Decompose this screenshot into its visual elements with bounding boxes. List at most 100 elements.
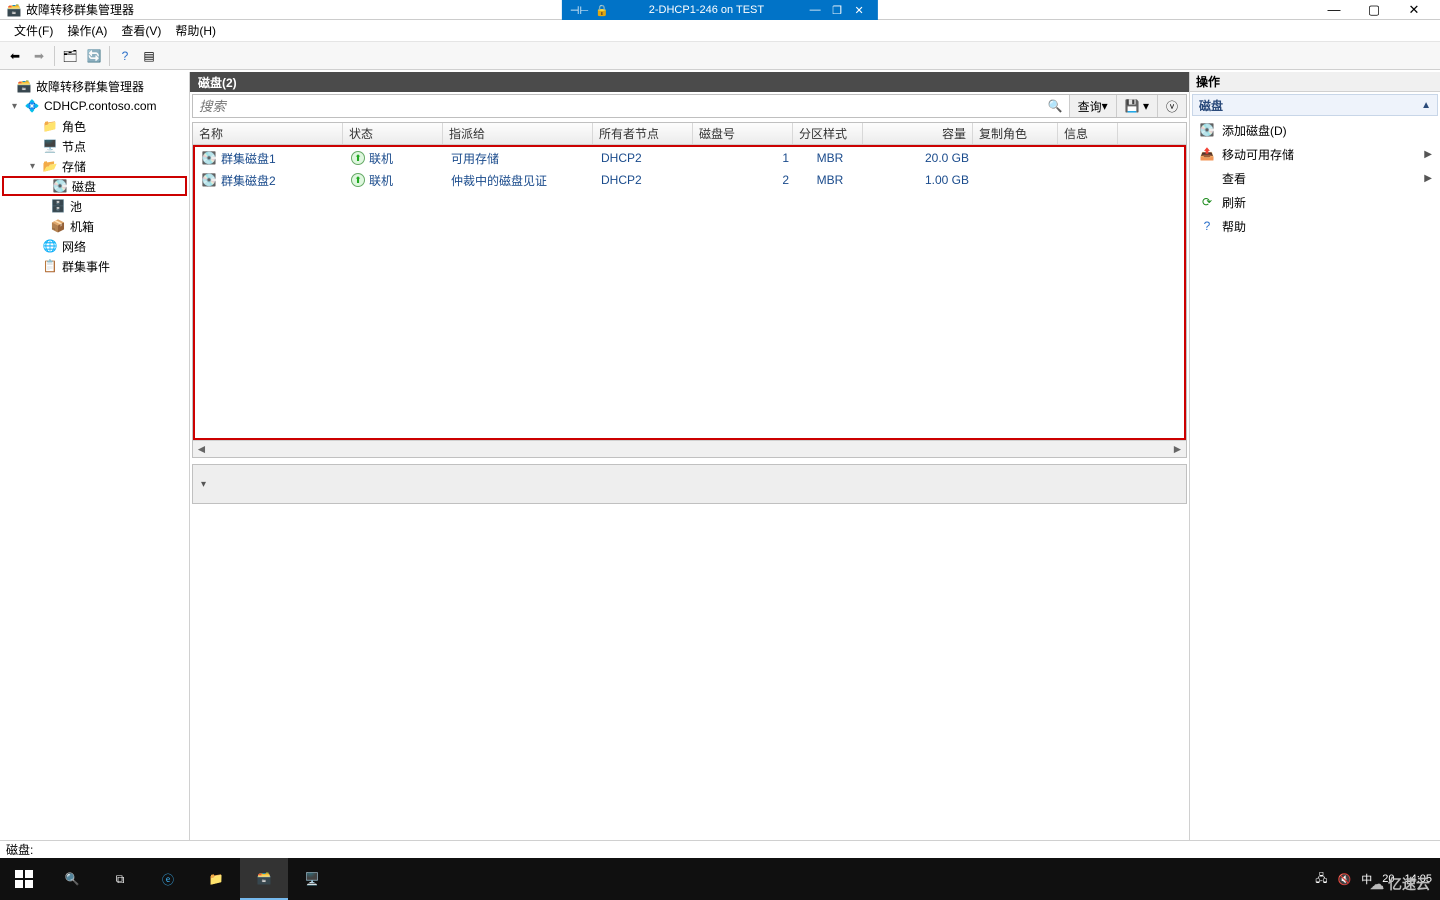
col-info[interactable]: 信息 <box>1058 123 1118 144</box>
forward-button[interactable]: ➡ <box>28 45 50 67</box>
view-icon <box>1198 169 1216 187</box>
search-input[interactable] <box>193 97 1042 116</box>
tree-events-label: 群集事件 <box>62 258 110 275</box>
rdp-restore-button[interactable]: ❐ <box>826 4 848 17</box>
col-role[interactable]: 复制角色 <box>973 123 1058 144</box>
cell-owner: DHCP2 <box>595 151 695 165</box>
col-assign[interactable]: 指派给 <box>443 123 593 144</box>
col-part[interactable]: 分区样式 <box>793 123 863 144</box>
separator <box>109 46 110 66</box>
task-view-button[interactable]: ⧉ <box>96 858 144 900</box>
help-button[interactable]: ? <box>114 45 136 67</box>
menu-help[interactable]: 帮助(H) <box>169 20 222 41</box>
col-status[interactable]: 状态 <box>343 123 443 144</box>
pool-icon: 🗄️ <box>50 198 66 214</box>
cell-part: MBR <box>795 173 865 187</box>
network-tray-icon[interactable]: 🖧 <box>1315 870 1327 889</box>
horizontal-scrollbar[interactable]: ◄ ► <box>193 440 1186 457</box>
query-options-button[interactable]: ⓥ <box>1157 95 1186 117</box>
toolbar: ⬅ ➡ 🗂 🔄 ? ▤ <box>0 42 1440 70</box>
chevron-down-icon: ▾ <box>201 479 206 490</box>
back-button[interactable]: ⬅ <box>4 45 26 67</box>
action-view[interactable]: 查看 ▶ <box>1192 166 1438 190</box>
chevron-right-icon: ▶ <box>1424 173 1432 184</box>
menu-action[interactable]: 操作(A) <box>61 20 113 41</box>
maximize-button[interactable]: ▢ <box>1354 0 1394 20</box>
ime-indicator[interactable]: 中 <box>1361 871 1372 887</box>
cell-name: 群集磁盘2 <box>221 172 276 189</box>
tree-enclosure-label: 机箱 <box>70 218 94 235</box>
action-refresh-label: 刷新 <box>1222 194 1246 211</box>
menu-file[interactable]: 文件(F) <box>8 20 59 41</box>
start-button[interactable] <box>0 858 48 900</box>
scroll-track[interactable] <box>210 441 1169 458</box>
tree-cluster[interactable]: ▾💠 CDHCP.contoso.com <box>2 96 187 116</box>
search-row: 🔍 查询 ▾ 💾 ▾ ⓥ <box>192 94 1187 118</box>
collapse-icon[interactable]: ▲ <box>1421 100 1431 111</box>
action-view-label: 查看 <box>1222 170 1246 187</box>
cell-assign: 仲裁中的磁盘见证 <box>445 172 595 189</box>
cell-diskno: 1 <box>695 151 795 165</box>
refresh-button[interactable]: 🔄 <box>83 45 105 67</box>
server-manager-button[interactable]: 🖥️ <box>288 858 336 900</box>
action-move-storage[interactable]: 📤 移动可用存储 ▶ <box>1192 142 1438 166</box>
tree-nodes[interactable]: 🖥️ 节点 <box>2 136 187 156</box>
col-owner[interactable]: 所有者节点 <box>593 123 693 144</box>
nodes-icon: 🖥️ <box>42 138 58 154</box>
close-button[interactable]: ✕ <box>1394 0 1434 20</box>
action-add-disk[interactable]: 💽 添加磁盘(D) <box>1192 118 1438 142</box>
rdp-title: 2-DHCP1-246 on TEST <box>649 4 764 16</box>
tree-roles[interactable]: 📁 角色 <box>2 116 187 136</box>
rdp-connection-bar[interactable]: ⊣⊢ 🔒 2-DHCP1-246 on TEST — ❐ ✕ <box>562 0 878 20</box>
pin-icon[interactable]: ⊣⊢ <box>570 4 589 17</box>
disk-table: 名称 状态 指派给 所有者节点 磁盘号 分区样式 容量 复制角色 信息 💽群集磁… <box>192 122 1187 458</box>
scroll-left-button[interactable]: ◄ <box>193 441 210 458</box>
actions-pane: 操作 磁盘 ▲ 💽 添加磁盘(D) 📤 移动可用存储 ▶ 查看 ▶ ⟳ 刷新 ?… <box>1190 72 1440 840</box>
action-refresh[interactable]: ⟳ 刷新 <box>1192 190 1438 214</box>
cell-cap: 20.0 GB <box>865 151 975 165</box>
tray-clock[interactable]: 14:05 <box>1404 873 1432 885</box>
actions-section[interactable]: 磁盘 ▲ <box>1192 94 1438 116</box>
cell-assign: 可用存储 <box>445 150 595 167</box>
tree-pool[interactable]: 🗄️ 池 <box>2 196 187 216</box>
rdp-minimize-button[interactable]: — <box>804 4 826 16</box>
detail-pane-toggle[interactable]: ▾ <box>192 464 1187 504</box>
table-row[interactable]: 💽群集磁盘1⬆联机可用存储DHCP21MBR20.0 GB <box>195 147 1184 169</box>
table-row[interactable]: 💽群集磁盘2⬆联机仲裁中的磁盘见证DHCP22MBR1.00 GB <box>195 169 1184 191</box>
show-tree-button[interactable]: 🗂 <box>59 45 81 67</box>
tree-enclosure[interactable]: 📦 机箱 <box>2 216 187 236</box>
tree-network[interactable]: 🌐 网络 <box>2 236 187 256</box>
navigation-tree[interactable]: 🗃️ 故障转移群集管理器 ▾💠 CDHCP.contoso.com 📁 角色 🖥… <box>0 72 190 840</box>
col-cap[interactable]: 容量 <box>863 123 973 144</box>
status-online-icon: ⬆ <box>351 151 365 165</box>
statusbar-text: 磁盘: <box>6 841 33 858</box>
tree-disks[interactable]: 💽 磁盘 <box>2 176 187 196</box>
action-help[interactable]: ? 帮助 <box>1192 214 1438 238</box>
disk-icon: 💽 <box>201 172 217 188</box>
system-tray[interactable]: 🖧 🔇 中 20 14:05 <box>1307 870 1440 889</box>
disks-icon: 💽 <box>52 178 68 194</box>
tree-cluster-label: CDHCP.contoso.com <box>44 99 157 113</box>
menu-view[interactable]: 查看(V) <box>115 20 167 41</box>
volume-tray-icon[interactable]: 🔇 <box>1338 873 1352 886</box>
view-columns-button[interactable]: ▤ <box>138 45 160 67</box>
tree-root[interactable]: 🗃️ 故障转移群集管理器 <box>2 76 187 96</box>
query-button[interactable]: 查询 ▾ <box>1069 95 1116 117</box>
table-body[interactable]: 💽群集磁盘1⬆联机可用存储DHCP21MBR20.0 GB💽群集磁盘2⬆联机仲裁… <box>193 145 1186 440</box>
action-add-disk-label: 添加磁盘(D) <box>1222 122 1287 139</box>
chevron-right-icon: ▶ <box>1424 149 1432 160</box>
cluster-manager-button[interactable]: 🗃️ <box>240 858 288 900</box>
tree-storage[interactable]: ▾📂 存储 <box>2 156 187 176</box>
explorer-button[interactable]: 📁 <box>192 858 240 900</box>
tree-events[interactable]: 📋 群集事件 <box>2 256 187 276</box>
save-query-button[interactable]: 💾 ▾ <box>1116 95 1157 117</box>
search-button[interactable]: 🔍 <box>48 858 96 900</box>
minimize-button[interactable]: — <box>1314 0 1354 20</box>
col-name[interactable]: 名称 <box>193 123 343 144</box>
col-diskno[interactable]: 磁盘号 <box>693 123 793 144</box>
cell-status: 联机 <box>369 172 393 189</box>
scroll-right-button[interactable]: ► <box>1169 441 1186 458</box>
clear-icon[interactable]: 🔍 <box>1042 99 1069 113</box>
ie-button[interactable]: ⓔ <box>144 858 192 900</box>
rdp-close-button[interactable]: ✕ <box>848 4 870 17</box>
